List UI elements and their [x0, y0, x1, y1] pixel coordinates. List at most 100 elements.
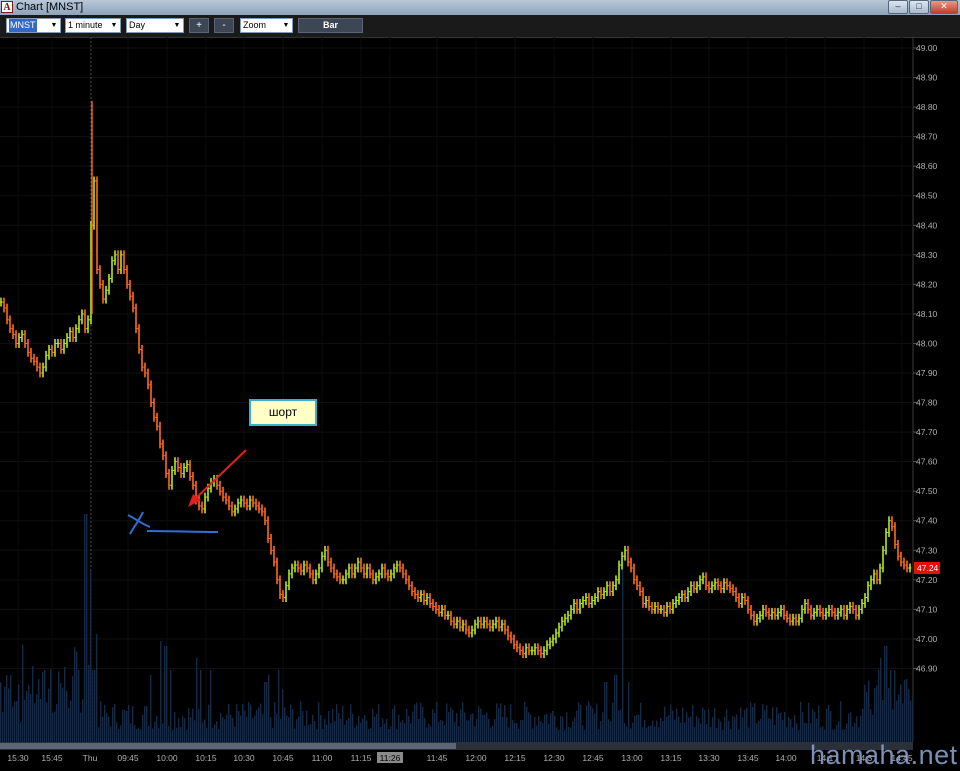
- volume-bar: [356, 725, 358, 742]
- volume-bar: [662, 721, 664, 742]
- maximize-icon[interactable]: □: [909, 0, 929, 14]
- volume-bar: [92, 670, 94, 742]
- chevron-down-icon[interactable]: ▼: [108, 19, 120, 32]
- volume-bar: [548, 723, 550, 742]
- volume-bar: [58, 671, 60, 742]
- volume-bar: [198, 709, 200, 742]
- volume-bar: [902, 703, 904, 742]
- price-chart[interactable]: 49.00 48.90 48.80 48.70 48.60 48.50 48.40 48.30…: [0, 37, 960, 768]
- volume-bar: [704, 710, 706, 742]
- volume-bar: [52, 712, 54, 742]
- volume-bar: [104, 704, 106, 742]
- volume-bar: [142, 714, 144, 742]
- volume-bar: [50, 668, 52, 742]
- volume-bar: [742, 717, 744, 742]
- chevron-down-icon[interactable]: ▼: [171, 19, 183, 32]
- volume-bar: [564, 729, 566, 742]
- volume-bar: [330, 723, 332, 742]
- volume-bar: [4, 686, 6, 742]
- volume-bar: [222, 717, 224, 742]
- volume-bar: [900, 684, 902, 742]
- volume-bar: [658, 727, 660, 742]
- volume-bar: [692, 705, 694, 742]
- volume-bar: [354, 727, 356, 742]
- volume-bar: [224, 719, 226, 742]
- volume-bar: [246, 716, 248, 742]
- x-tick-label: 11:26: [380, 753, 401, 763]
- volume-bar: [296, 719, 298, 742]
- volume-bar: [706, 724, 708, 742]
- volume-bar: [730, 729, 732, 742]
- close-icon[interactable]: ✕: [930, 0, 958, 14]
- volume-bar: [498, 708, 500, 742]
- volume-bar: [468, 720, 470, 742]
- x-tick-label: 10:15: [195, 753, 217, 763]
- volume-bar: [654, 726, 656, 742]
- volume-bar: [120, 725, 122, 742]
- volume-bar: [234, 726, 236, 742]
- minimize-icon[interactable]: –: [888, 0, 908, 14]
- volume-bar: [250, 704, 252, 742]
- volume-bar: [738, 729, 740, 742]
- volume-bar: [178, 718, 180, 742]
- volume-bar: [580, 704, 582, 742]
- volume-bar: [308, 725, 310, 742]
- volume-bar: [630, 728, 632, 742]
- volume-bar: [264, 682, 266, 742]
- volume-bar: [488, 718, 490, 742]
- volume-bar: [652, 720, 654, 742]
- volume-bar: [106, 713, 108, 742]
- volume-bar: [610, 721, 612, 742]
- volume-bar: [216, 721, 218, 742]
- volume-bar: [332, 708, 334, 742]
- symbol-select[interactable]: MNST ▼: [6, 18, 61, 33]
- volume-bar: [262, 714, 264, 742]
- volume-bar: [758, 721, 760, 742]
- volume-bar: [268, 674, 270, 742]
- volume-bar: [414, 704, 416, 742]
- volume-bar: [784, 711, 786, 742]
- volume-bar: [436, 702, 438, 742]
- volume-bar: [30, 693, 32, 742]
- volume-bar: [594, 713, 596, 742]
- x-tick-label: 11:45: [427, 753, 448, 763]
- x-tick-label: 11:00: [312, 753, 333, 763]
- volume-bar: [226, 714, 228, 742]
- zoom-out-button[interactable]: -: [214, 18, 234, 33]
- volume-bar: [772, 707, 774, 742]
- y-tick-label: 48.60: [916, 161, 938, 171]
- volume-bar: [546, 713, 548, 742]
- volume-bar: [870, 709, 872, 742]
- range-select[interactable]: Day ▼: [126, 18, 184, 33]
- zoom-select[interactable]: Zoom ▼: [240, 18, 293, 33]
- volume-bar: [492, 725, 494, 742]
- volume-bar: [506, 717, 508, 742]
- volume-bar: [868, 680, 870, 742]
- volume-bar: [656, 720, 658, 742]
- chevron-down-icon[interactable]: ▼: [48, 19, 60, 32]
- volume-bar: [86, 514, 88, 742]
- volume-bar: [454, 722, 456, 742]
- volume-bar: [696, 715, 698, 742]
- volume-bar: [714, 708, 716, 742]
- zoom-in-button[interactable]: +: [189, 18, 209, 33]
- volume-bar: [398, 714, 400, 742]
- volume-bar: [612, 702, 614, 742]
- volume-bar: [884, 646, 886, 742]
- volume-bar: [6, 675, 8, 742]
- chart-style-button[interactable]: Bar: [298, 18, 363, 33]
- x-tick-label: 13:00: [621, 753, 643, 763]
- y-tick-label: 48.40: [916, 220, 938, 230]
- volume-bar: [746, 707, 748, 742]
- volume-bar: [94, 670, 96, 742]
- volume-bar: [66, 690, 68, 742]
- volume-bar: [20, 721, 22, 742]
- volume-bar: [700, 723, 702, 742]
- interval-select[interactable]: 1 minute ▼: [65, 18, 121, 33]
- volume-bar: [912, 697, 914, 742]
- volume-bar: [400, 721, 402, 742]
- volume-bar: [316, 729, 318, 742]
- volume-bar: [306, 710, 308, 742]
- chevron-down-icon[interactable]: ▼: [280, 19, 292, 32]
- volume-bar: [502, 717, 504, 742]
